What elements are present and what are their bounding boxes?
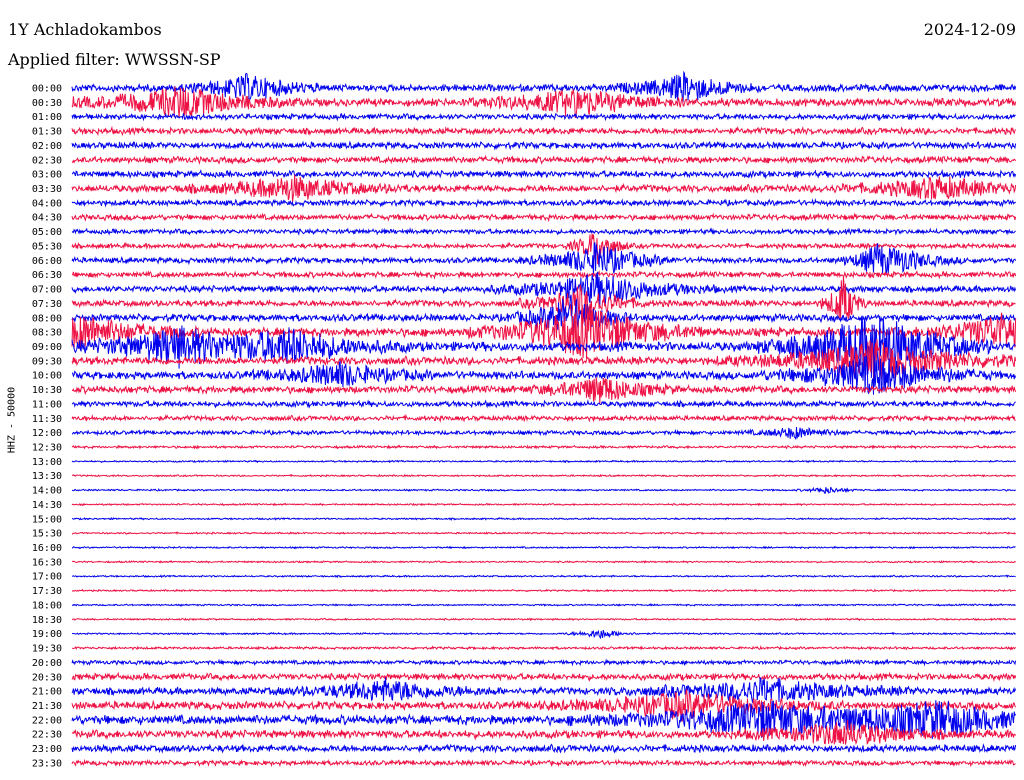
row-time-label: 06:30 bbox=[32, 270, 62, 281]
trace-row-0230 bbox=[71, 154, 1017, 165]
trace-row-1400 bbox=[71, 486, 1016, 495]
trace-row-1130 bbox=[71, 413, 1016, 423]
trace-row-0000 bbox=[71, 70, 1017, 103]
row-time-label: 08:30 bbox=[32, 328, 62, 339]
row-time-label: 03:30 bbox=[32, 184, 62, 195]
row-time-label: 13:30 bbox=[32, 471, 62, 482]
trace-row-2100 bbox=[71, 676, 1017, 704]
trace-row-0200 bbox=[71, 140, 1017, 151]
row-time-label: 14:00 bbox=[32, 486, 62, 497]
trace-row-1200 bbox=[71, 426, 1016, 440]
trace-row-1800 bbox=[71, 603, 1016, 607]
row-time-label: 08:00 bbox=[32, 313, 62, 324]
trace-row-0330 bbox=[71, 174, 1017, 202]
row-time-label: 10:30 bbox=[32, 385, 62, 396]
trace-row-0300 bbox=[72, 168, 1017, 180]
trace-row-0600 bbox=[71, 242, 1017, 277]
row-time-label: 14:30 bbox=[32, 500, 62, 511]
row-time-label: 20:30 bbox=[32, 672, 62, 683]
row-time-label: 10:00 bbox=[32, 371, 62, 382]
row-time-label: 12:00 bbox=[32, 428, 62, 439]
row-time-label: 15:30 bbox=[32, 529, 62, 540]
row-time-label: 23:30 bbox=[32, 758, 62, 769]
trace-row-1230 bbox=[71, 444, 1017, 450]
trace-row-1430 bbox=[71, 502, 1016, 507]
row-time-label: 11:30 bbox=[32, 414, 62, 425]
row-time-label: 18:30 bbox=[32, 615, 62, 626]
row-time-label: 07:30 bbox=[32, 299, 62, 310]
row-time-label: 05:30 bbox=[32, 241, 62, 252]
row-time-label: 12:30 bbox=[32, 443, 62, 454]
row-time-label: 09:30 bbox=[32, 356, 62, 367]
row-time-label: 22:30 bbox=[32, 730, 62, 741]
row-time-label: 00:30 bbox=[32, 98, 62, 109]
row-time-label: 23:00 bbox=[32, 744, 62, 755]
trace-row-2000 bbox=[71, 658, 1017, 667]
row-time-label: 03:00 bbox=[32, 170, 62, 181]
row-time-label: 18:00 bbox=[32, 600, 62, 611]
trace-row-1500 bbox=[72, 516, 1016, 521]
row-time-label: 22:00 bbox=[32, 715, 62, 726]
trace-row-1700 bbox=[71, 574, 1016, 579]
row-time-label: 20:00 bbox=[32, 658, 62, 669]
trace-row-1830 bbox=[71, 617, 1016, 622]
row-time-label: 19:00 bbox=[32, 629, 62, 640]
trace-row-1300 bbox=[71, 459, 1016, 464]
trace-row-2300 bbox=[71, 743, 1017, 755]
trace-row-1330 bbox=[71, 473, 1016, 478]
trace-row-0400 bbox=[71, 198, 1016, 208]
row-time-label: 17:00 bbox=[32, 572, 62, 583]
trace-row-1100 bbox=[71, 399, 1016, 409]
trace-row-1600 bbox=[71, 545, 1016, 550]
helicorder-plot: 00:00 00:30 01:00 01:30 02:00 02:30 03:00 03:30… bbox=[32, 70, 1017, 769]
trace-row-1930 bbox=[71, 645, 1016, 651]
trace-row-0700 bbox=[71, 271, 1017, 307]
row-time-label: 21:00 bbox=[32, 687, 62, 698]
trace-row-0130 bbox=[71, 125, 1017, 137]
row-time-label: 19:30 bbox=[32, 644, 62, 655]
row-time-label: 06:00 bbox=[32, 256, 62, 267]
row-time-label: 16:00 bbox=[32, 543, 62, 554]
trace-row-1730 bbox=[71, 588, 1016, 593]
row-time-label: 02:00 bbox=[32, 141, 62, 152]
row-time-label: 17:30 bbox=[32, 586, 62, 597]
row-time-label: 04:00 bbox=[32, 198, 62, 209]
row-time-label: 01:30 bbox=[32, 127, 62, 138]
trace-row-2330 bbox=[71, 758, 1016, 768]
row-time-label: 15:00 bbox=[32, 514, 62, 525]
trace-row-0630 bbox=[71, 269, 1017, 280]
row-time-label: 00:00 bbox=[32, 84, 62, 95]
row-time-label: 09:00 bbox=[32, 342, 62, 353]
trace-row-1530 bbox=[71, 531, 1016, 535]
row-time-label: 01:00 bbox=[32, 112, 62, 123]
row-time-label: 07:00 bbox=[32, 285, 62, 296]
trace-row-0500 bbox=[71, 227, 1016, 236]
row-time-label: 13:00 bbox=[32, 457, 62, 468]
row-time-label: 02:30 bbox=[32, 155, 62, 166]
row-time-label: 11:00 bbox=[32, 399, 62, 410]
trace-row-0100 bbox=[71, 112, 1016, 122]
trace-row-2030 bbox=[71, 671, 1017, 683]
row-time-label: 16:30 bbox=[32, 557, 62, 568]
trace-row-1900 bbox=[71, 629, 1016, 639]
row-time-label: 21:30 bbox=[32, 701, 62, 712]
trace-row-1630 bbox=[72, 560, 1016, 564]
row-time-label: 05:00 bbox=[32, 227, 62, 238]
trace-row-0430 bbox=[71, 212, 1017, 223]
row-time-label: 04:30 bbox=[32, 213, 62, 224]
